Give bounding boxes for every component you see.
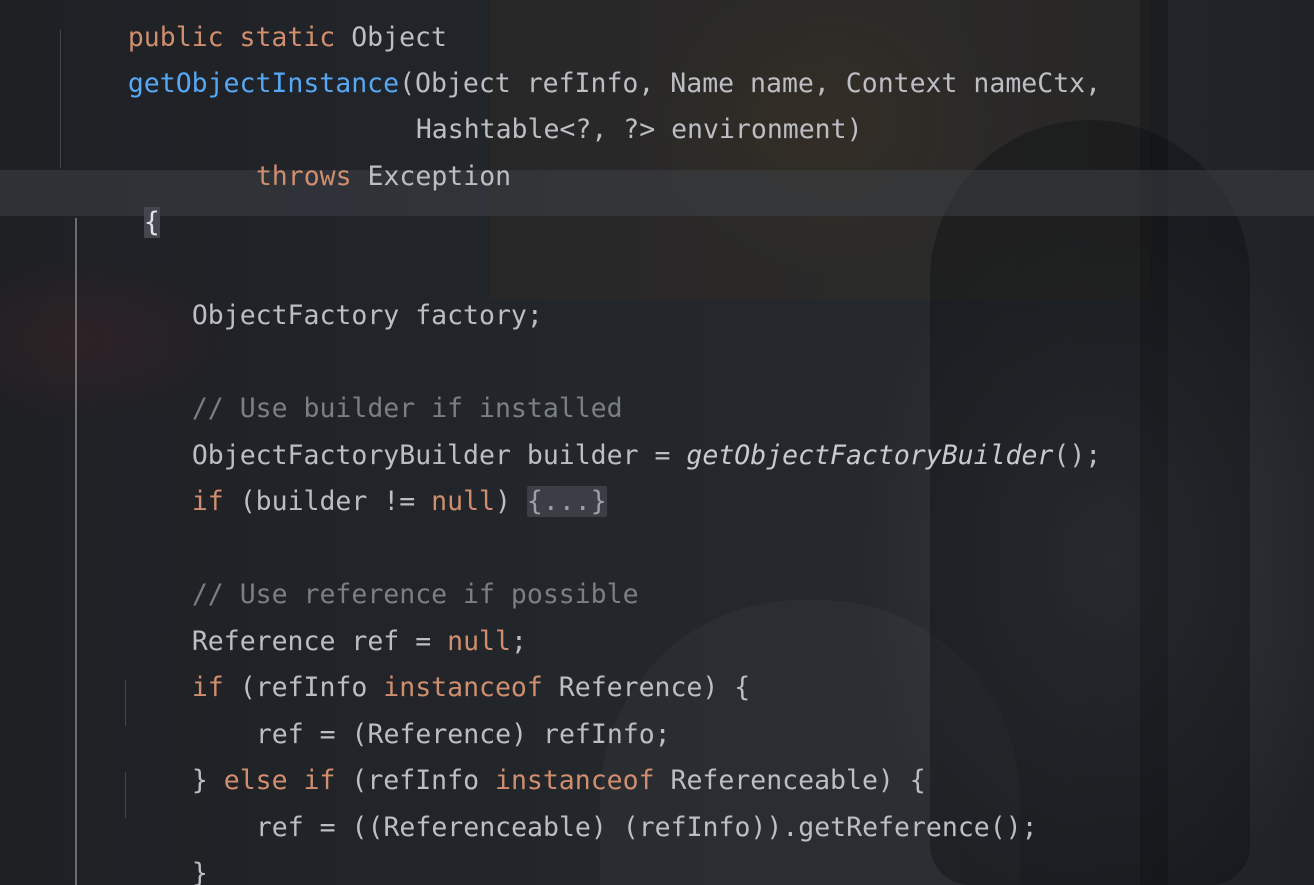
code-editor[interactable]: public static Object getObjectInstance(O… bbox=[0, 0, 1314, 885]
code-line-signature-modifiers[interactable]: public static Object bbox=[64, 0, 447, 53]
get-reference-assignment: ref = ((Referenceable) (refInfo)).getRef… bbox=[255, 812, 1038, 843]
background-figure-silhouette bbox=[930, 120, 1250, 885]
indent-guide-signature bbox=[60, 30, 61, 168]
code-line-get-reference[interactable]: ref = ((Referenceable) (refInfo)).getRef… bbox=[192, 783, 1038, 843]
factory-declaration: ObjectFactory factory; bbox=[191, 300, 543, 331]
call-parens: (); bbox=[1053, 440, 1102, 471]
indent-guide-else-block bbox=[125, 772, 126, 818]
code-line-comment-builder[interactable]: // Use builder if installed bbox=[128, 364, 623, 424]
keyword-null: null bbox=[431, 486, 495, 517]
folded-code-block[interactable]: {...} bbox=[526, 486, 607, 517]
code-line-else-if[interactable]: } else if (refInfo instanceof Referencea… bbox=[128, 736, 926, 796]
closing-brace: } bbox=[191, 858, 208, 885]
indent-guide-method-body bbox=[75, 218, 77, 885]
code-line-close-brace[interactable]: } bbox=[128, 829, 208, 885]
exception-type: Exception bbox=[351, 161, 512, 192]
code-line-if-builder[interactable]: if (builder != null) {...} bbox=[128, 457, 607, 517]
keyword-throws: throws bbox=[255, 161, 352, 192]
code-line-reference-declaration[interactable]: Reference ref = null; bbox=[128, 597, 527, 657]
static-call-getObjectFactoryBuilder: getObjectFactoryBuilder bbox=[686, 440, 1054, 471]
code-line-builder-assignment[interactable]: ObjectFactoryBuilder builder = getObject… bbox=[128, 411, 1101, 471]
keyword-if: if bbox=[191, 486, 224, 517]
code-line-method-name[interactable]: getObjectInstance(Object refInfo, Name n… bbox=[64, 39, 1101, 99]
indent-guide-if-block bbox=[125, 680, 126, 726]
matched-brace: { bbox=[143, 207, 160, 238]
code-line-open-brace[interactable]: { bbox=[80, 178, 160, 238]
if-condition: (builder != bbox=[223, 486, 432, 517]
if-close-paren: ) bbox=[495, 486, 527, 517]
code-line-ref-cast[interactable]: ref = (Reference) refInfo; bbox=[192, 690, 671, 750]
code-line-throws[interactable]: throws Exception bbox=[192, 132, 511, 192]
code-line-if-instanceof-reference[interactable]: if (refInfo instanceof Reference) { bbox=[128, 643, 750, 703]
code-line-parameters-continued[interactable]: Hashtable<?, ?> environment) bbox=[352, 85, 863, 145]
code-line-factory-declaration[interactable]: ObjectFactory factory; bbox=[128, 271, 543, 331]
code-line-comment-reference[interactable]: // Use reference if possible bbox=[128, 550, 639, 610]
